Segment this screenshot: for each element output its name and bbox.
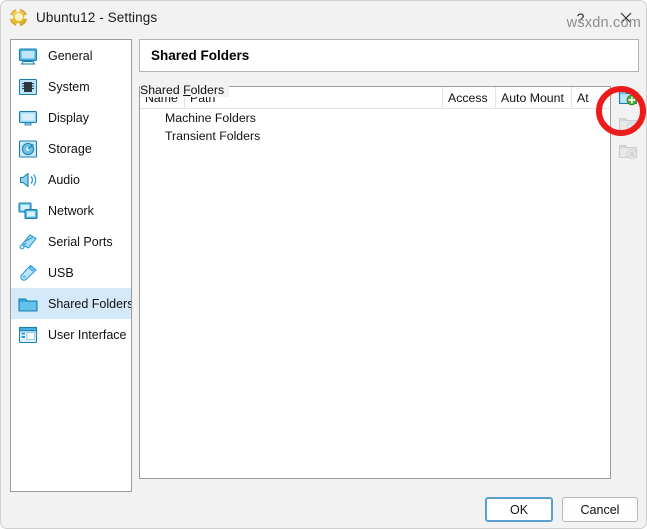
shared-folders-icon bbox=[17, 293, 39, 315]
group-label: Shared Folders bbox=[140, 83, 230, 97]
usb-icon bbox=[17, 262, 39, 284]
virtualbox-logo-icon bbox=[9, 7, 28, 27]
sidebar-item-display[interactable]: Display bbox=[11, 102, 131, 133]
window-controls: ? bbox=[558, 1, 646, 34]
sidebar-item-label: User Interface bbox=[48, 327, 127, 342]
help-button[interactable]: ? bbox=[558, 1, 603, 34]
edit-shared-folder-button bbox=[617, 113, 639, 135]
general-icon bbox=[17, 45, 39, 67]
sidebar-item-usb[interactable]: USB bbox=[11, 257, 131, 288]
page-header: Shared Folders bbox=[139, 39, 639, 72]
dialog-footer: OK Cancel bbox=[1, 497, 646, 528]
shared-folders-tree[interactable]: Name Path Access Auto Mount At Machine F… bbox=[139, 86, 611, 479]
add-shared-folder-button[interactable] bbox=[617, 86, 639, 108]
dialog-content: General System Display Storage Audio Net… bbox=[1, 34, 646, 528]
sidebar-item-label: General bbox=[48, 48, 93, 63]
sidebar-item-network[interactable]: Network bbox=[11, 195, 131, 226]
folder-remove-icon bbox=[618, 144, 638, 160]
tree-row-transient-folders[interactable]: Transient Folders bbox=[140, 127, 610, 145]
tree-row-machine-folders[interactable]: Machine Folders bbox=[140, 109, 610, 127]
ok-button[interactable]: OK bbox=[485, 497, 553, 522]
sidebar-item-shared-folders[interactable]: Shared Folders bbox=[11, 288, 131, 319]
cancel-button[interactable]: Cancel bbox=[562, 497, 638, 522]
sidebar-item-storage[interactable]: Storage bbox=[11, 133, 131, 164]
help-icon: ? bbox=[576, 9, 585, 26]
sidebar-item-serial-ports[interactable]: Serial Ports bbox=[11, 226, 131, 257]
sidebar-item-system[interactable]: System bbox=[11, 71, 131, 102]
sidebar-item-label: Storage bbox=[48, 141, 92, 156]
storage-icon bbox=[17, 138, 39, 160]
network-icon bbox=[17, 200, 39, 222]
user-interface-icon bbox=[17, 324, 39, 346]
settings-category-list[interactable]: General System Display Storage Audio Net… bbox=[10, 39, 132, 492]
close-button[interactable] bbox=[603, 1, 646, 34]
sidebar-item-label: Network bbox=[48, 203, 94, 218]
remove-shared-folder-button bbox=[617, 140, 639, 162]
display-icon bbox=[17, 107, 39, 129]
column-header-access[interactable]: Access bbox=[443, 87, 496, 108]
sidebar-item-label: Audio bbox=[48, 172, 80, 187]
audio-icon bbox=[17, 169, 39, 191]
folder-add-icon bbox=[618, 90, 638, 106]
sidebar-item-label: System bbox=[48, 79, 90, 94]
page-title: Shared Folders bbox=[151, 48, 250, 63]
shared-folders-toolbar bbox=[617, 86, 639, 167]
shared-folders-list-area: Name Path Access Auto Mount At Machine F… bbox=[139, 86, 639, 479]
sidebar-item-user-interface[interactable]: User Interface bbox=[11, 319, 131, 350]
close-icon bbox=[620, 12, 631, 23]
sidebar-item-label: USB bbox=[48, 265, 74, 280]
system-icon bbox=[17, 76, 39, 98]
serial-ports-icon bbox=[17, 231, 39, 253]
sidebar-item-general[interactable]: General bbox=[11, 40, 131, 71]
sidebar-item-label: Shared Folders bbox=[48, 296, 132, 311]
sidebar-item-audio[interactable]: Audio bbox=[11, 164, 131, 195]
folder-edit-icon bbox=[618, 117, 638, 133]
sidebar-item-label: Display bbox=[48, 110, 89, 125]
window-title: Ubuntu12 - Settings bbox=[36, 10, 158, 25]
settings-window: Ubuntu12 - Settings ? General System Dis… bbox=[0, 0, 647, 529]
column-header-at[interactable]: At bbox=[572, 87, 610, 108]
title-bar: Ubuntu12 - Settings ? bbox=[1, 1, 646, 34]
column-header-auto-mount[interactable]: Auto Mount bbox=[496, 87, 572, 108]
sidebar-item-label: Serial Ports bbox=[48, 234, 113, 249]
settings-page: Shared Folders Shared Folders Name Path … bbox=[139, 39, 639, 492]
